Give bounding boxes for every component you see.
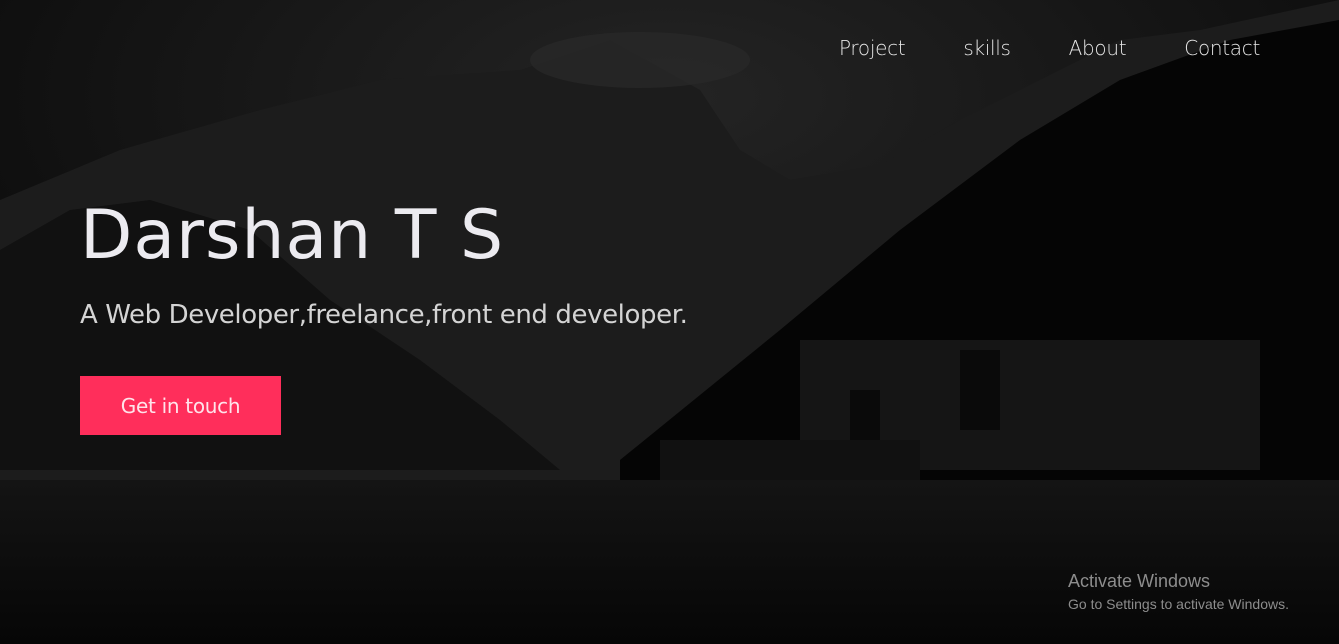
nav-link-contact[interactable]: Contact [1184, 36, 1260, 60]
main-nav: Project skills About Contact [839, 36, 1260, 60]
activate-windows-watermark: Activate Windows Go to Settings to activ… [1068, 571, 1289, 612]
activate-windows-subtitle: Go to Settings to activate Windows. [1068, 596, 1289, 612]
activate-windows-title: Activate Windows [1068, 571, 1211, 591]
hero-subtitle: A Web Developer,freelance,front end deve… [80, 300, 688, 330]
nav-link-project[interactable]: Project [839, 36, 906, 60]
hero-title: Darshan T S [80, 196, 505, 275]
get-in-touch-button[interactable]: Get in touch [80, 376, 281, 435]
nav-link-skills[interactable]: skills [963, 36, 1011, 60]
nav-link-about[interactable]: About [1069, 36, 1127, 60]
